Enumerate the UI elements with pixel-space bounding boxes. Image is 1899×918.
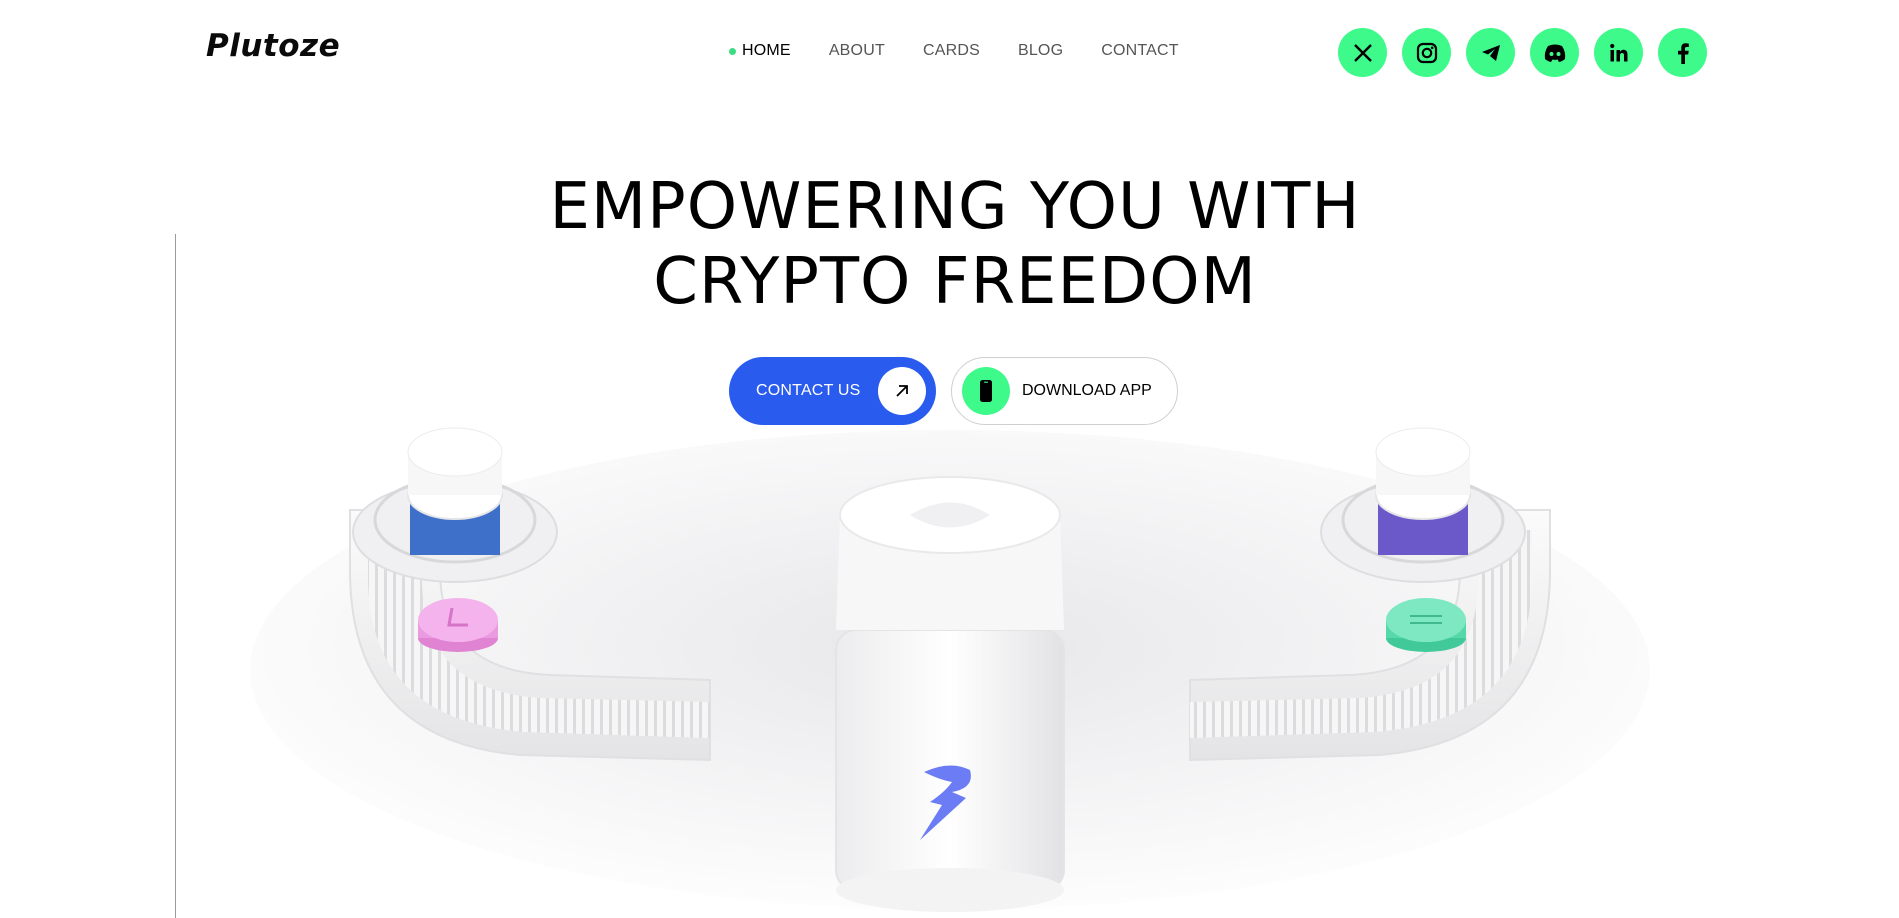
phone-icon <box>962 367 1010 415</box>
telegram-icon <box>1481 44 1500 61</box>
contact-us-button[interactable]: CONTACT US <box>729 357 936 425</box>
nav-contact[interactable]: CONTACT <box>1101 42 1179 60</box>
nav-blog[interactable]: BLOG <box>1018 42 1063 60</box>
arrow-up-right-icon <box>878 367 926 415</box>
nav-home[interactable]: HOME <box>729 42 791 60</box>
nav-about[interactable]: ABOUT <box>829 42 885 60</box>
logo[interactable]: Plutoze <box>206 28 340 64</box>
crypto-conveyor-illustration <box>250 427 1650 912</box>
nav-cards[interactable]: CARDS <box>923 42 980 60</box>
hero-headline: EMPOWERING YOU WITH CRYPTO FREEDOM <box>0 170 1899 320</box>
headline-line-1: EMPOWERING YOU WITH <box>549 170 1361 244</box>
left-vertical-rule <box>175 234 176 918</box>
nav-home-label: HOME <box>742 42 791 59</box>
x-icon <box>1353 43 1372 62</box>
facebook-icon <box>1677 42 1689 64</box>
social-instagram-button[interactable] <box>1402 28 1451 77</box>
social-linkedin-button[interactable] <box>1594 28 1643 77</box>
logo-text: Plutoze <box>206 28 341 64</box>
download-app-label: DOWNLOAD APP <box>1022 382 1152 399</box>
discord-icon <box>1544 44 1565 62</box>
social-discord-button[interactable] <box>1530 28 1579 77</box>
nav-about-label: ABOUT <box>828 42 885 59</box>
nav-cards-label: CARDS <box>922 42 980 59</box>
nav-blog-label: BLOG <box>1017 42 1064 59</box>
contact-us-label: CONTACT US <box>756 382 861 399</box>
social-x-button[interactable] <box>1338 28 1387 77</box>
nav-contact-label: CONTACT <box>1101 42 1179 59</box>
headline-line-2: CRYPTO FREEDOM <box>653 245 1257 319</box>
linkedin-icon <box>1609 43 1627 61</box>
social-facebook-button[interactable] <box>1658 28 1707 77</box>
instagram-icon <box>1416 42 1437 63</box>
social-links <box>1338 28 1722 77</box>
social-telegram-button[interactable] <box>1466 28 1515 77</box>
main-nav: HOME ABOUT CARDS BLOG CONTACT <box>729 42 1217 60</box>
download-app-button[interactable]: DOWNLOAD APP <box>951 357 1178 425</box>
active-dot-icon <box>729 47 736 55</box>
